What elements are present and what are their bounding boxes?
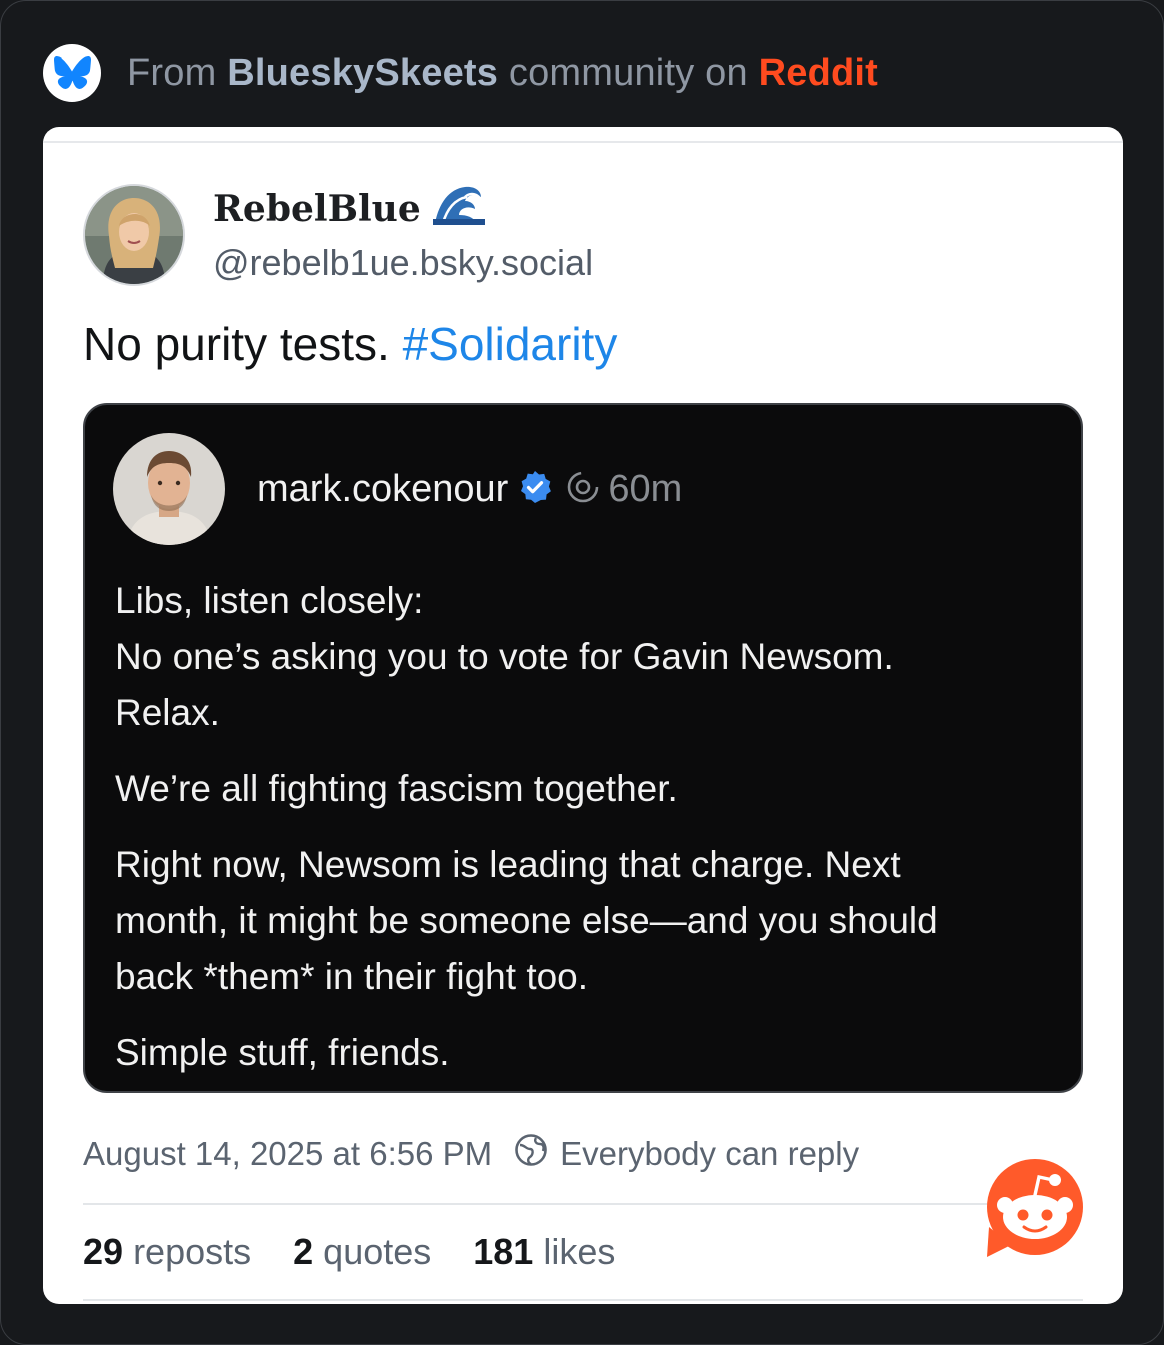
quoted-username[interactable]: mark.cokenour [257,468,508,511]
hashtag-link[interactable]: #Solidarity [403,318,618,370]
quotes-count: 2 [293,1231,314,1272]
author-handle[interactable]: @rebelb1ue.bsky.social [213,239,593,287]
likes-label: likes [543,1231,616,1272]
stats-divider [83,1203,1083,1205]
post-timestamp[interactable]: August 14, 2025 at 6:56 PM [83,1135,492,1173]
post-stats: 29 reposts 2 quotes 181 likes [83,1231,657,1273]
wave-emoji-icon [432,183,485,235]
reddit-logo-icon [983,1157,1087,1261]
author-display-name[interactable]: RebelBlue [213,183,593,235]
globe-icon [514,1133,548,1175]
post-text: No purity tests. #Solidarity [83,317,617,371]
quoted-paragraph: Libs, listen closely: No one’s asking yo… [115,573,1055,741]
author-avatar[interactable] [83,184,185,286]
quoted-line: No one’s asking you to vote for Gavin Ne… [115,636,894,677]
header-prefix: From [127,51,217,94]
header-middle: community on [508,51,748,94]
header-text: From BlueskySkeets community on Reddit [127,52,878,95]
quoted-paragraph: Right now, Newsom is leading that charge… [115,837,1055,1005]
quoted-header: mark.cokenour 60m [113,433,682,545]
post-author[interactable]: RebelBlue @rebelb1ue.bsky.social [83,183,593,287]
threads-icon [566,470,600,509]
quoted-line: month, it might be someone else—and you … [115,900,938,941]
quoted-line: Simple stuff, friends. [115,1032,450,1073]
verified-badge-icon [518,470,552,509]
likes-count: 181 [473,1231,534,1272]
quoted-paragraph: We’re all fighting fascism together. [115,761,1055,817]
card-divider-top [43,141,1123,143]
quoted-line: Relax. [115,692,220,733]
likes-stat[interactable]: 181 likes [473,1231,615,1273]
community-link[interactable]: BlueskySkeets [227,52,498,94]
quoted-line: Right now, Newsom is leading that charge… [115,844,901,885]
post-meta: August 14, 2025 at 6:56 PM Everybody can… [83,1133,859,1175]
quoted-time: 60m [608,467,683,510]
reposts-stat[interactable]: 29 reposts [83,1231,251,1273]
page-frame: From BlueskySkeets community on Reddit R… [0,0,1164,1345]
reposts-label: reposts [133,1231,252,1272]
platform-link[interactable]: Reddit [759,52,878,94]
post-card: RebelBlue @rebelb1ue.bsky.social No puri… [43,127,1123,1304]
bottom-divider [83,1299,1083,1301]
source-header: From BlueskySkeets community on Reddit [43,43,878,103]
quoted-line: Libs, listen closely: [115,580,424,621]
quotes-stat[interactable]: 2 quotes [293,1231,431,1273]
quoted-line: We’re all fighting fascism together. [115,768,678,809]
butterfly-icon [43,44,101,102]
quoted-line: back *them* in their fight too. [115,956,589,997]
display-name-text: RebelBlue [213,188,421,230]
quotes-label: quotes [323,1231,432,1272]
post-body: No purity tests. [83,318,390,370]
quoted-avatar[interactable] [113,433,225,545]
quoted-post-image[interactable]: mark.cokenour 60m Libs, listen closely: … [83,403,1083,1093]
quoted-paragraph: Simple stuff, friends. [115,1025,1055,1081]
reply-setting: Everybody can reply [560,1135,860,1172]
reposts-count: 29 [83,1231,124,1272]
quoted-body: Libs, listen closely: No one’s asking yo… [115,573,1055,1101]
